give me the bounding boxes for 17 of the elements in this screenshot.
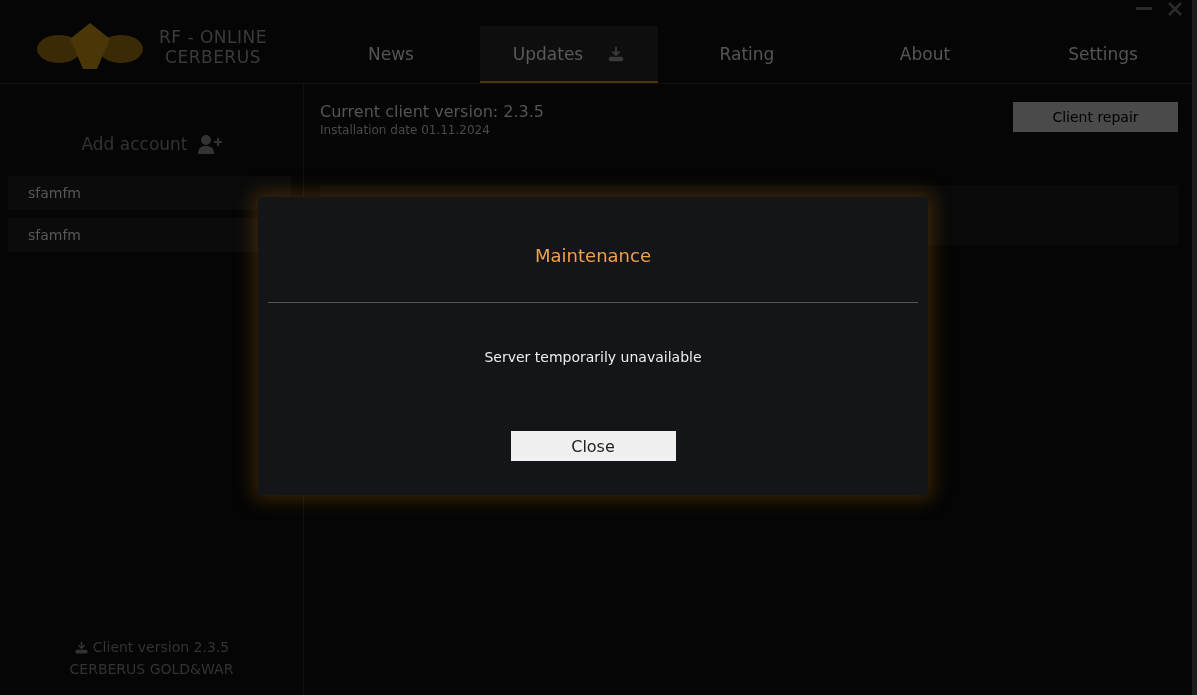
add-user-icon [197, 134, 222, 154]
nav-tab[interactable]: Rating [658, 26, 836, 83]
client-repair-button[interactable]: Client repair [1013, 102, 1178, 132]
installation-date: Installation date 01.11.2024 [320, 123, 491, 137]
account-item[interactable]: sfamfm [8, 176, 291, 210]
nav-tab[interactable]: About [836, 26, 1014, 83]
minimize-icon[interactable] [1136, 7, 1152, 11]
current-version: Current client version: 2.3.5 [320, 102, 544, 121]
dialog-message: Server temporarily unavailable [484, 349, 702, 365]
download-icon [607, 44, 626, 63]
close-icon[interactable] [1168, 2, 1182, 16]
dialog-title: Maintenance [535, 245, 651, 266]
nav-tab[interactable]: Updates [480, 26, 658, 83]
nav-tab[interactable]: News [302, 26, 480, 83]
download-icon [73, 639, 89, 655]
nav-tab[interactable]: Settings [1014, 26, 1192, 83]
close-button[interactable]: Close [510, 431, 676, 461]
